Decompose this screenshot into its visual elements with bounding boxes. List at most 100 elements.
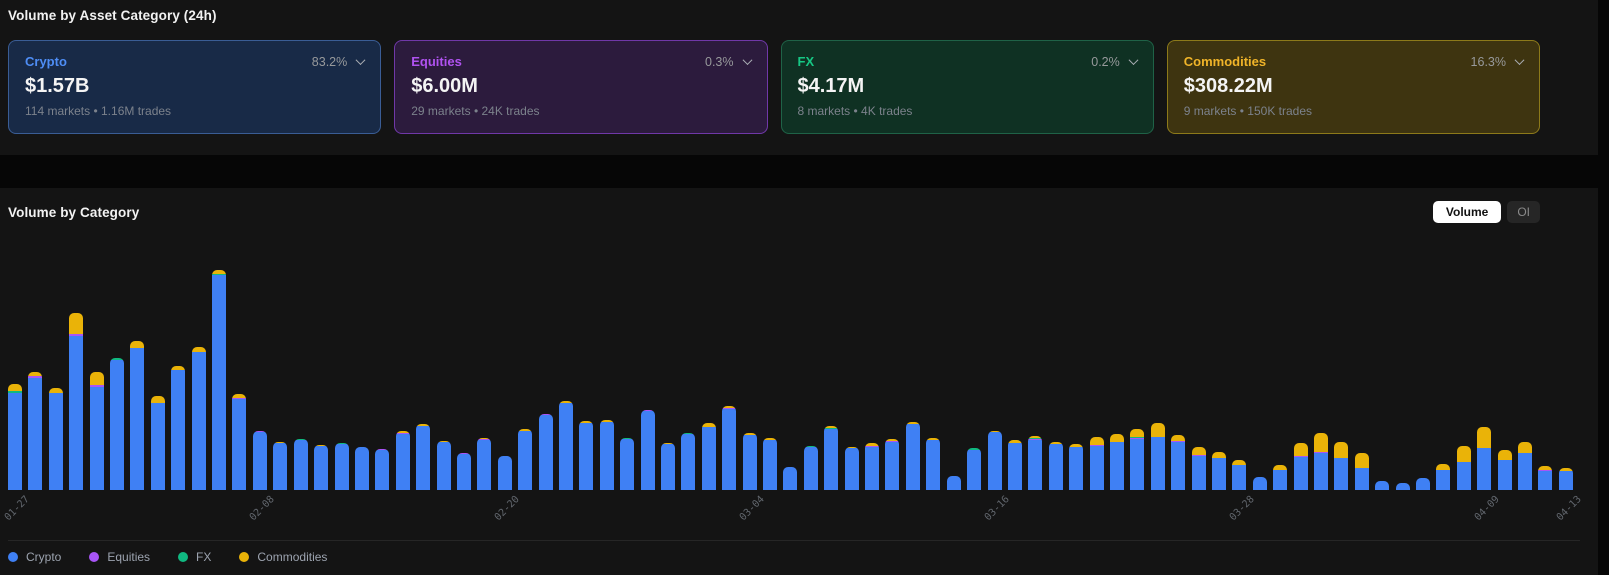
bar-27[interactable] xyxy=(539,414,553,490)
bar-57[interactable] xyxy=(1151,423,1165,490)
legend-item-fx[interactable]: FX xyxy=(178,550,211,564)
bar-77[interactable] xyxy=(1559,468,1573,490)
bar-72[interactable] xyxy=(1457,446,1471,490)
bar-63[interactable] xyxy=(1273,465,1287,490)
bar-44[interactable] xyxy=(885,439,899,490)
bar-65[interactable] xyxy=(1314,433,1328,490)
bar-68[interactable] xyxy=(1375,481,1389,490)
bar-6[interactable] xyxy=(110,358,124,490)
bar-50[interactable] xyxy=(1008,440,1022,490)
bar-51[interactable] xyxy=(1028,436,1042,490)
card-share[interactable]: 0.3% xyxy=(705,55,751,69)
oi-toggle-button[interactable]: OI xyxy=(1507,201,1540,223)
bar-38[interactable] xyxy=(763,438,777,490)
legend-item-equities[interactable]: Equities xyxy=(89,550,150,564)
bar-35[interactable] xyxy=(702,423,716,490)
bar-55[interactable] xyxy=(1110,434,1124,490)
bar-29[interactable] xyxy=(579,421,593,490)
bar-60[interactable] xyxy=(1212,452,1226,490)
legend-item-crypto[interactable]: Crypto xyxy=(8,550,61,564)
segment-crypto xyxy=(416,426,430,490)
chevron-down-icon[interactable] xyxy=(1128,55,1138,65)
bar-7[interactable] xyxy=(130,341,144,490)
bar-19[interactable] xyxy=(375,449,389,490)
bar-42[interactable] xyxy=(845,447,859,490)
segment-crypto xyxy=(192,352,206,490)
bar-34[interactable] xyxy=(681,433,695,490)
bar-46[interactable] xyxy=(926,438,940,490)
bar-25[interactable] xyxy=(498,456,512,490)
volume-toggle-button[interactable]: Volume xyxy=(1433,201,1501,223)
bar-76[interactable] xyxy=(1538,466,1552,490)
bar-24[interactable] xyxy=(477,438,491,490)
bar-74[interactable] xyxy=(1498,450,1512,490)
bar-31[interactable] xyxy=(620,438,634,490)
segment-crypto xyxy=(1049,444,1063,490)
bar-45[interactable] xyxy=(906,422,920,490)
bar-18[interactable] xyxy=(355,447,369,490)
card-share[interactable]: 16.3% xyxy=(1471,55,1523,69)
chevron-down-icon[interactable] xyxy=(742,55,752,65)
bar-39[interactable] xyxy=(783,467,797,490)
bar-5[interactable] xyxy=(90,372,104,490)
bar-62[interactable] xyxy=(1253,477,1267,490)
bar-15[interactable] xyxy=(294,439,308,490)
bar-9[interactable] xyxy=(171,366,185,490)
segment-crypto xyxy=(314,446,328,490)
category-card-crypto[interactable]: Crypto83.2%$1.57B114 markets • 1.16M tra… xyxy=(8,40,381,134)
bar-56[interactable] xyxy=(1130,429,1144,490)
bar-33[interactable] xyxy=(661,443,675,490)
bar-21[interactable] xyxy=(416,424,430,490)
bar-52[interactable] xyxy=(1049,442,1063,490)
bar-30[interactable] xyxy=(600,420,614,490)
bar-47[interactable] xyxy=(947,476,961,490)
card-share[interactable]: 0.2% xyxy=(1091,55,1137,69)
bar-48[interactable] xyxy=(967,448,981,490)
bar-26[interactable] xyxy=(518,429,532,490)
bar-37[interactable] xyxy=(743,433,757,490)
bar-13[interactable] xyxy=(253,431,267,490)
bar-4[interactable] xyxy=(69,313,83,490)
bar-1[interactable] xyxy=(8,384,22,490)
bar-59[interactable] xyxy=(1192,447,1206,490)
bar-54[interactable] xyxy=(1090,437,1104,490)
bar-16[interactable] xyxy=(314,445,328,490)
bar-32[interactable] xyxy=(641,410,655,490)
bar-2[interactable] xyxy=(28,372,42,490)
category-card-equities[interactable]: Equities0.3%$6.00M29 markets • 24K trade… xyxy=(394,40,767,134)
bar-3[interactable] xyxy=(49,388,63,490)
bar-58[interactable] xyxy=(1171,435,1185,490)
card-share[interactable]: 83.2% xyxy=(312,55,364,69)
bar-14[interactable] xyxy=(273,442,287,490)
chevron-down-icon[interactable] xyxy=(356,55,366,65)
bar-8[interactable] xyxy=(151,396,165,490)
bar-22[interactable] xyxy=(437,441,451,490)
bar-41[interactable] xyxy=(824,426,838,490)
bar-66[interactable] xyxy=(1334,442,1348,490)
bar-12[interactable] xyxy=(232,394,246,490)
bar-53[interactable] xyxy=(1069,444,1083,490)
bar-11[interactable] xyxy=(212,270,226,490)
bar-43[interactable] xyxy=(865,443,879,490)
bar-17[interactable] xyxy=(335,443,349,490)
chevron-down-icon[interactable] xyxy=(1515,55,1525,65)
bar-71[interactable] xyxy=(1436,464,1450,490)
bar-10[interactable] xyxy=(192,347,206,490)
category-card-fx[interactable]: FX0.2%$4.17M8 markets • 4K trades xyxy=(781,40,1154,134)
bar-49[interactable] xyxy=(988,431,1002,490)
bar-64[interactable] xyxy=(1294,443,1308,490)
bar-70[interactable] xyxy=(1416,478,1430,490)
bar-28[interactable] xyxy=(559,401,573,490)
legend-item-commodities[interactable]: Commodities xyxy=(239,550,327,564)
card-share-value: 83.2% xyxy=(312,55,347,69)
bar-20[interactable] xyxy=(396,431,410,490)
bar-75[interactable] xyxy=(1518,442,1532,490)
bar-61[interactable] xyxy=(1232,460,1246,490)
bar-67[interactable] xyxy=(1355,453,1369,490)
bar-40[interactable] xyxy=(804,446,818,490)
bar-69[interactable] xyxy=(1396,483,1410,490)
bar-36[interactable] xyxy=(722,406,736,490)
bar-23[interactable] xyxy=(457,453,471,490)
bar-73[interactable] xyxy=(1477,427,1491,490)
category-card-commodities[interactable]: Commodities16.3%$308.22M9 markets • 150K… xyxy=(1167,40,1540,134)
